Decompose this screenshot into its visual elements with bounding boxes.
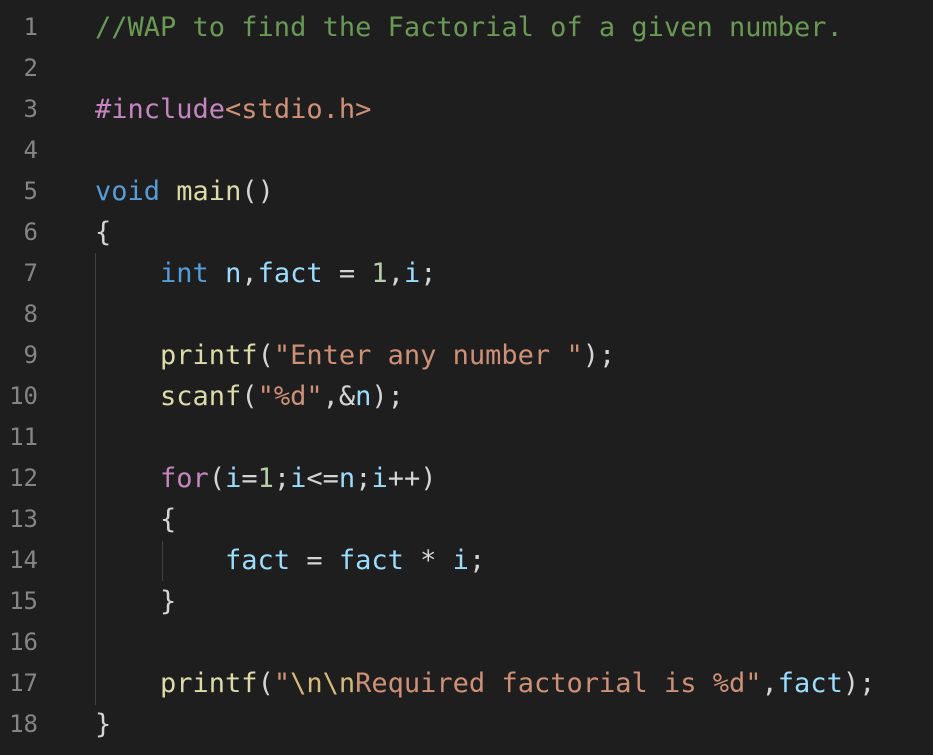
- line-number: 18: [9, 710, 38, 738]
- code-token: ,: [387, 258, 404, 289]
- code-token: i: [225, 463, 242, 494]
- code-token: =: [241, 463, 258, 494]
- line-number: 6: [23, 218, 38, 246]
- line-number: 11: [9, 423, 38, 451]
- code-token: }: [95, 709, 112, 740]
- line-number: 7: [23, 259, 38, 287]
- code-token: i: [290, 463, 307, 494]
- code-token: scanf: [160, 381, 242, 412]
- code-line[interactable]: printf("\n\nRequired factorial is %d",fa…: [95, 663, 875, 704]
- code-token: i: [371, 463, 388, 494]
- code-area[interactable]: //WAP to find the Factorial of a given n…: [95, 0, 933, 755]
- code-token: {: [95, 504, 177, 535]
- code-token: (: [241, 381, 258, 412]
- code-line[interactable]: }: [95, 704, 111, 745]
- code-line[interactable]: void main(): [95, 171, 274, 212]
- code-token: n: [355, 381, 372, 412]
- code-token: \n\n: [290, 668, 356, 699]
- code-token: ,&: [322, 381, 356, 412]
- line-number: 3: [23, 95, 38, 123]
- line-number: 12: [9, 464, 38, 492]
- code-line[interactable]: for(i=1;i<=n;i++): [95, 458, 437, 499]
- code-token: int: [160, 258, 209, 289]
- code-token: <=: [306, 463, 339, 494]
- code-line[interactable]: }: [95, 581, 176, 622]
- code-editor[interactable]: 1 2 3 4 5 6 7 8 9 10 11 12 13 14 15 16 17 18 //WAP to fin…: [0, 0, 933, 755]
- line-number-gutter: 1 2 3 4 5 6 7 8 9 10 11 12 13 14 15 16 17 18: [0, 0, 60, 755]
- line-number: 1: [23, 13, 38, 41]
- code-token: =: [322, 258, 372, 289]
- code-token: n: [225, 258, 242, 289]
- line-number: 15: [9, 587, 38, 615]
- code-token: fact: [257, 258, 323, 289]
- code-token: void: [95, 176, 161, 207]
- line-number: 2: [23, 54, 38, 82]
- code-token: ++): [387, 463, 437, 494]
- code-token: );: [842, 668, 876, 699]
- code-token: fact: [777, 668, 843, 699]
- code-token: ;: [468, 545, 486, 576]
- code-token: );: [582, 340, 616, 371]
- code-line[interactable]: {: [95, 212, 111, 253]
- code-token: ;: [273, 463, 291, 494]
- code-token: (: [208, 463, 226, 494]
- code-token: n: [338, 463, 356, 494]
- code-token: printf: [160, 340, 258, 371]
- code-token: #include: [95, 94, 226, 125]
- code-token: ,: [241, 258, 258, 289]
- code-line[interactable]: fact = fact * i;: [95, 540, 485, 581]
- code-line[interactable]: int n,fact = 1,i;: [95, 253, 436, 294]
- code-line[interactable]: #include<stdio.h>: [95, 89, 371, 130]
- code-token: i: [452, 545, 469, 576]
- code-token: );: [371, 381, 404, 412]
- code-token: fact: [225, 545, 291, 576]
- code-token: (: [257, 340, 274, 371]
- code-token: ;: [355, 463, 372, 494]
- line-number: 16: [9, 628, 38, 656]
- code-token: (: [257, 668, 274, 699]
- line-number: 17: [9, 669, 38, 697]
- code-token: ,: [761, 668, 778, 699]
- code-token: main: [176, 176, 242, 207]
- code-line[interactable]: printf("Enter any number ");: [95, 335, 615, 376]
- line-number: 5: [23, 177, 38, 205]
- code-token: i: [403, 258, 421, 289]
- code-token: for: [160, 463, 209, 494]
- code-token: 1: [371, 258, 388, 289]
- code-line[interactable]: {: [95, 499, 176, 540]
- code-line[interactable]: //WAP to find the Factorial of a given n…: [95, 7, 843, 48]
- code-token: "%d": [257, 381, 323, 412]
- code-token: <stdio.h>: [225, 94, 372, 125]
- line-number: 10: [9, 382, 38, 410]
- code-token: *: [403, 545, 453, 576]
- line-number: 14: [9, 546, 38, 574]
- code-token: {: [95, 217, 112, 248]
- code-token: fact: [338, 545, 404, 576]
- line-number: 13: [9, 505, 38, 533]
- code-token: "Enter any number ": [273, 340, 583, 371]
- code-token: 1: [257, 463, 274, 494]
- code-token: =: [290, 545, 339, 576]
- code-line[interactable]: scanf("%d",&n);: [95, 376, 404, 417]
- line-number: 4: [23, 136, 38, 164]
- code-token: }: [95, 586, 177, 617]
- line-number: 9: [23, 341, 38, 369]
- code-token: printf: [160, 668, 258, 699]
- line-number: 8: [23, 300, 38, 328]
- code-token: ;: [420, 258, 437, 289]
- code-token: Required factorial is %d": [355, 668, 762, 699]
- code-token: //WAP to find the Factorial of a given n…: [95, 12, 843, 43]
- code-token: ": [273, 668, 291, 699]
- code-token: (): [241, 176, 274, 207]
